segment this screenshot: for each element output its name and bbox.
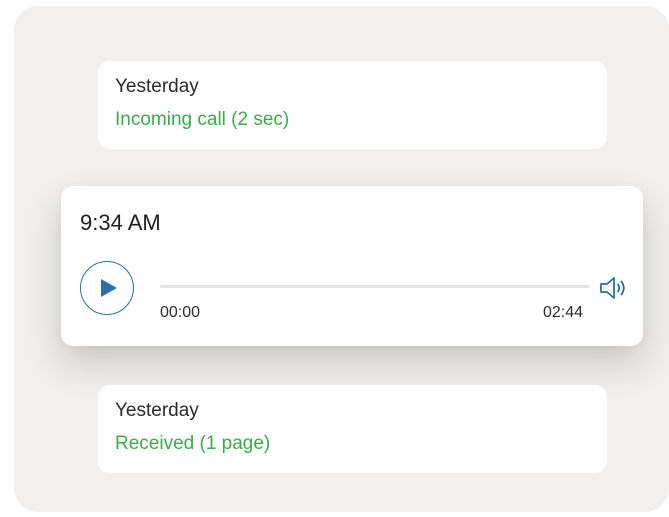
- card-date: Yesterday: [115, 76, 199, 97]
- play-icon: [100, 279, 117, 297]
- call-log-card[interactable]: Yesterday Incoming call (2 sec): [98, 61, 607, 149]
- play-button[interactable]: [80, 261, 134, 315]
- fax-log-card[interactable]: Yesterday Received (1 page): [98, 385, 607, 473]
- card-date: Yesterday: [115, 400, 199, 421]
- speaker-icon: [600, 277, 625, 299]
- activity-panel: Yesterday Incoming call (2 sec) 9:34 AM …: [14, 6, 669, 512]
- volume-button[interactable]: [598, 274, 630, 302]
- card-status: Incoming call (2 sec): [115, 109, 290, 130]
- elapsed-time: 00:00: [160, 304, 201, 321]
- card-status: Received (1 page): [115, 433, 271, 454]
- player-timestamp: 9:34 AM: [80, 210, 161, 235]
- total-duration: 02:44: [543, 304, 584, 321]
- progress-track[interactable]: [160, 285, 589, 288]
- voicemail-player-card: 9:34 AM 00:00 02:44: [61, 186, 643, 346]
